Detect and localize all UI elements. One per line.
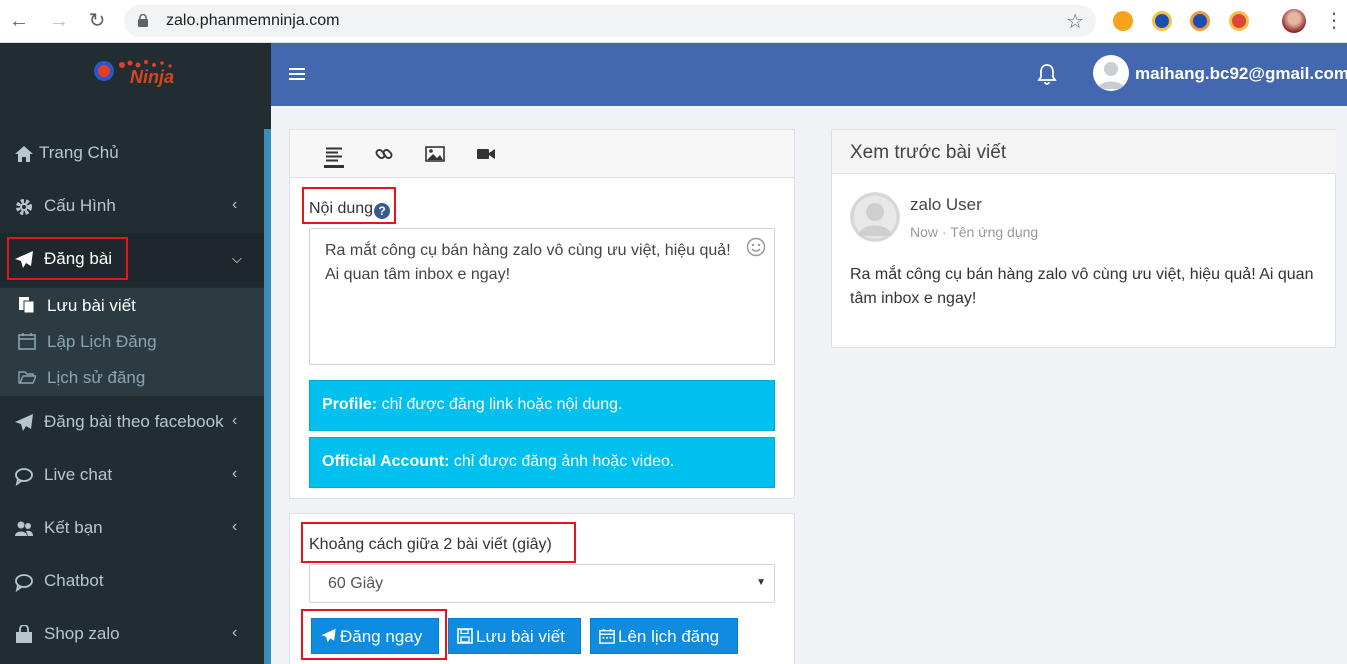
bookmark-star-icon[interactable]: ☆ xyxy=(1066,9,1084,34)
chevron-down-icon: ⌵ xyxy=(232,251,242,266)
preview-panel: Xem trước bài viết zalo User Now · Tên ứ… xyxy=(831,129,1336,348)
chevron-left-icon: ‹ xyxy=(232,624,238,641)
sidebar-item-label: Live chat xyxy=(44,465,113,484)
profile-note: chỉ được đăng link hoặc nội dung. xyxy=(377,396,623,413)
sidebar-item-label: Kết bạn xyxy=(44,518,103,537)
user-silhouette-icon xyxy=(850,192,900,242)
tab-link-icon[interactable] xyxy=(374,144,394,164)
users-icon xyxy=(15,521,33,536)
chevron-left-icon: ‹ xyxy=(232,518,238,535)
user-silhouette-icon xyxy=(1098,62,1124,89)
highlight-box xyxy=(302,187,396,224)
interval-select[interactable]: 60 Giây ▼ xyxy=(309,564,775,603)
sidebar-item-label: Cấu Hình xyxy=(44,196,116,215)
hamburger-menu-icon[interactable] xyxy=(289,68,305,81)
oa-note: chỉ được đăng ảnh hoặc video. xyxy=(449,453,675,470)
sidebar-item-home[interactable]: Trang Chủ xyxy=(0,127,264,180)
shop-icon xyxy=(16,625,32,643)
sidebar-item-settings[interactable]: Cấu Hình ‹ xyxy=(0,180,264,233)
url-text: zalo.phanmemninja.com xyxy=(166,12,340,29)
calendar-icon xyxy=(18,333,36,350)
tab-text-icon[interactable] xyxy=(324,144,344,168)
preview-avatar xyxy=(850,192,900,242)
floppy-disk-icon xyxy=(457,628,473,644)
lock-icon xyxy=(138,14,148,27)
sidebar-item-live-chat[interactable]: Live chat ‹ xyxy=(0,449,264,502)
submenu-item-label: Lập Lịch Đăng xyxy=(47,332,157,351)
submenu-item-schedule[interactable]: Lập Lịch Đăng xyxy=(0,324,264,360)
highlight-box xyxy=(301,609,447,660)
copy-icon xyxy=(19,297,35,314)
bell-icon[interactable] xyxy=(1037,63,1057,85)
sidebar-item-label: Chatbot xyxy=(44,571,104,590)
forward-arrow-icon[interactable]: → xyxy=(46,8,72,34)
chat-icon xyxy=(15,468,33,486)
compose-tabs xyxy=(290,130,794,178)
submenu-item-save-post[interactable]: Lưu bài viết xyxy=(0,288,264,324)
interval-selected: 60 Giây xyxy=(328,575,384,592)
sidebar-item-add-friends[interactable]: Kết bạn ‹ xyxy=(0,502,264,555)
top-header: maihang.bc92@gmail.com xyxy=(271,43,1347,106)
sidebar-item-shop[interactable]: Shop zalo ‹ xyxy=(0,608,264,661)
preview-header: Xem trước bài viết xyxy=(832,130,1336,174)
back-arrow-icon[interactable]: ← xyxy=(6,8,32,34)
logo-text: Ninja xyxy=(130,67,175,87)
content-text: Ra mắt công cụ bán hàng zalo vô cùng ưu … xyxy=(325,242,731,283)
sidebar-item-label: Trang Chủ xyxy=(39,143,119,162)
address-bar[interactable]: zalo.phanmemninja.com ☆ xyxy=(124,5,1096,37)
gear-icon xyxy=(16,199,32,215)
extension-icon[interactable] xyxy=(1190,11,1210,31)
paper-plane-icon xyxy=(15,414,33,431)
sidebar-item-label: Đăng bài theo facebook xyxy=(44,412,224,431)
save-post-button[interactable]: Lưu bài viết xyxy=(448,618,581,654)
interval-panel: Khoảng cách giữa 2 bài viết (giây) 60 Gi… xyxy=(289,513,795,664)
sidebar-item-facebook-post[interactable]: Đăng bài theo facebook ‹ xyxy=(0,396,264,449)
reload-icon[interactable]: ↻ xyxy=(84,8,110,34)
preview-meta: Now · Tên ứng dụng xyxy=(910,224,1039,240)
caret-down-icon: ▼ xyxy=(756,577,766,588)
save-post-label: Lưu bài viết xyxy=(476,627,565,646)
extension-icon[interactable] xyxy=(1152,11,1172,31)
emoji-icon[interactable] xyxy=(746,237,766,257)
chevron-left-icon: ‹ xyxy=(232,465,238,482)
extension-icon[interactable] xyxy=(1113,11,1133,31)
chat-icon xyxy=(15,574,33,592)
submenu-item-label: Lịch sử đăng xyxy=(47,368,146,387)
schedule-button[interactable]: Lên lịch đăng xyxy=(590,618,738,654)
avatar[interactable] xyxy=(1093,55,1129,91)
sidebar-item-label: Shop zalo xyxy=(44,624,120,643)
chevron-left-icon: ‹ xyxy=(232,412,238,429)
sidebar: Ninja Trang Chủ Cấu Hình ‹ Đăng bài ⌵ Lư… xyxy=(0,43,271,664)
folder-open-icon xyxy=(18,371,36,384)
user-email[interactable]: maihang.bc92@gmail.com xyxy=(1135,64,1347,84)
extension-icon[interactable] xyxy=(1229,11,1249,31)
profile-avatar[interactable] xyxy=(1282,9,1306,33)
compose-panel: Nội dung? Ra mắt công cụ bán hàng zalo v… xyxy=(289,129,795,499)
submenu-item-history[interactable]: Lịch sử đăng xyxy=(0,360,264,396)
preview-user-name: zalo User xyxy=(910,195,982,214)
sidebar-item-chatbot[interactable]: Chatbot xyxy=(0,555,264,608)
chevron-left-icon: ‹ xyxy=(232,196,238,213)
post-submenu: Lưu bài viết Lập Lịch Đăng Lịch sử đăng xyxy=(0,288,264,396)
submenu-item-label: Lưu bài viết xyxy=(47,296,136,315)
tab-image-icon[interactable] xyxy=(425,144,445,164)
home-icon xyxy=(15,146,33,162)
kebab-menu-icon[interactable]: ⋮ xyxy=(1324,9,1344,33)
highlight-box xyxy=(301,522,576,563)
schedule-label: Lên lịch đăng xyxy=(618,627,720,646)
highlight-box xyxy=(7,237,128,280)
profile-title: Profile: xyxy=(322,396,378,413)
preview-title: Xem trước bài viết xyxy=(850,142,1007,163)
official-account-info-box: Official Account: chỉ được đăng ảnh hoặc… xyxy=(309,437,775,488)
profile-info-box: Profile: chỉ được đăng link hoặc nội dun… xyxy=(309,380,775,431)
tab-video-icon[interactable] xyxy=(476,144,496,164)
sidebar-scrollbar[interactable] xyxy=(264,129,271,664)
calendar-icon xyxy=(599,628,615,644)
oa-title: Official Account: xyxy=(322,453,450,470)
content-textarea[interactable]: Ra mắt công cụ bán hàng zalo vô cùng ưu … xyxy=(309,228,775,365)
browser-toolbar: ← → ↻ zalo.phanmemninja.com ☆ ⋮ xyxy=(0,0,1347,43)
preview-text: Ra mắt công cụ bán hàng zalo vô cùng ưu … xyxy=(850,266,1314,307)
